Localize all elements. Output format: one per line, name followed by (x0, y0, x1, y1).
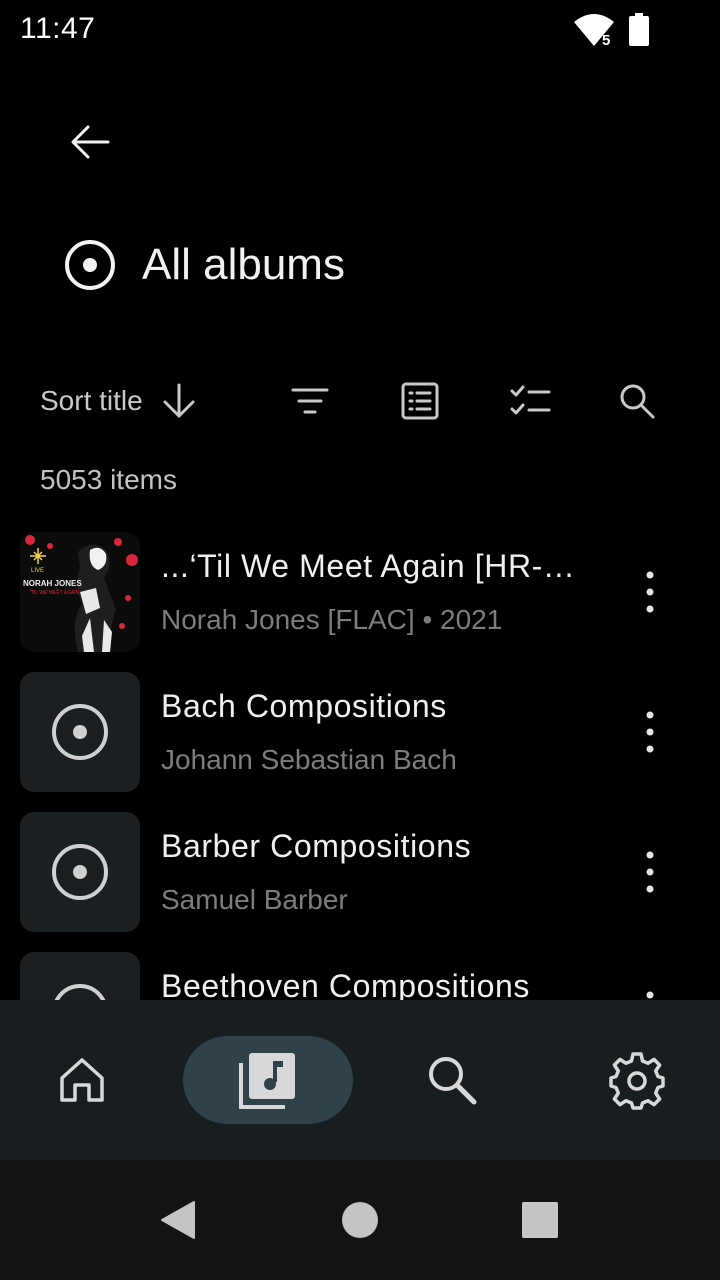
album-placeholder (20, 672, 140, 792)
toolbar: Sort title (0, 372, 720, 430)
album-icon (54, 984, 106, 1000)
arrow-back-icon (71, 125, 110, 159)
system-home-button[interactable] (336, 1196, 384, 1244)
album-art-live: LIVE (31, 568, 44, 574)
album-title: Barber Compositions (161, 828, 472, 864)
more-vert-icon (646, 571, 654, 613)
album-subtitle: Norah Jones [FLAC] • 2021 (161, 604, 503, 635)
nav-settings[interactable] (597, 1036, 677, 1124)
more-options-button[interactable] (626, 842, 674, 902)
list-view-button[interactable] (397, 378, 443, 424)
item-count: 5053 items (40, 464, 177, 495)
album-art-line2: 'TIL WE MEET AGAIN (30, 590, 80, 596)
wifi-icon: 5 (574, 14, 614, 48)
system-back-button[interactable] (154, 1196, 202, 1244)
arrow-down-icon (163, 383, 195, 418)
wifi-badge: 5 (602, 32, 610, 48)
list-view-icon (401, 382, 439, 420)
album-art: LIVE NORAH JONES 'TIL WE MEET AGAIN (20, 532, 140, 652)
list-item[interactable]: Bach Compositions Johann Sebastian Bach (0, 670, 720, 794)
back-triangle-icon (161, 1201, 195, 1239)
status-icons: 5 (564, 12, 654, 48)
select-icon (510, 385, 551, 415)
album-placeholder (20, 952, 140, 1000)
page-title: All albums (142, 240, 345, 289)
album-art-image: LIVE NORAH JONES 'TIL WE MEET AGAIN (20, 532, 140, 652)
search-icon (429, 1057, 477, 1105)
search-button[interactable] (614, 378, 660, 424)
filter-button[interactable] (287, 378, 333, 424)
album-subtitle: Samuel Barber (161, 884, 348, 915)
album-title: ...‘Til We Meet Again [HR-… (161, 548, 576, 584)
more-options-button[interactable] (626, 702, 674, 762)
album-list: LIVE NORAH JONES 'TIL WE MEET AGAIN ...‘… (0, 530, 720, 1000)
recents-square-icon (522, 1202, 558, 1238)
album-art-line1: NORAH JONES (23, 579, 82, 588)
nav-library[interactable] (183, 1036, 353, 1124)
settings-icon (609, 1052, 665, 1110)
nav-search[interactable] (412, 1036, 492, 1124)
list-item[interactable]: Barber Compositions Samuel Barber (0, 810, 720, 934)
battery-icon (629, 13, 649, 46)
library-icon (239, 1053, 295, 1109)
search-icon (620, 384, 655, 419)
album-title: Bach Compositions (161, 688, 447, 724)
album-icon (52, 844, 108, 900)
nav-home[interactable] (42, 1036, 122, 1124)
more-options-button[interactable] (626, 562, 674, 622)
system-navigation (0, 1160, 720, 1280)
page-header: All albums (60, 232, 345, 298)
sort-button[interactable]: Sort title (40, 372, 199, 430)
more-vert-icon (646, 711, 654, 753)
album-subtitle: Johann Sebastian Bach (161, 744, 457, 775)
more-options-button[interactable] (626, 982, 674, 1000)
album-icon (65, 240, 115, 290)
status-bar: 11:47 5 (0, 0, 720, 60)
list-item[interactable]: Beethoven Compositions (0, 950, 720, 1000)
system-recents-button[interactable] (516, 1196, 564, 1244)
select-button[interactable] (507, 378, 553, 424)
album-placeholder (20, 812, 140, 932)
back-button[interactable] (60, 112, 120, 172)
album-icon (52, 704, 108, 760)
more-vert-icon (646, 851, 654, 893)
status-time: 11:47 (20, 12, 96, 45)
filter-icon (291, 388, 329, 414)
sort-label: Sort title (40, 385, 143, 416)
bottom-navigation (0, 1000, 720, 1160)
home-circle-icon (342, 1202, 378, 1238)
home-icon (60, 1058, 104, 1102)
more-vert-icon (646, 991, 654, 999)
list-item[interactable]: LIVE NORAH JONES 'TIL WE MEET AGAIN ...‘… (0, 530, 720, 654)
album-title: Beethoven Compositions (161, 968, 530, 1000)
